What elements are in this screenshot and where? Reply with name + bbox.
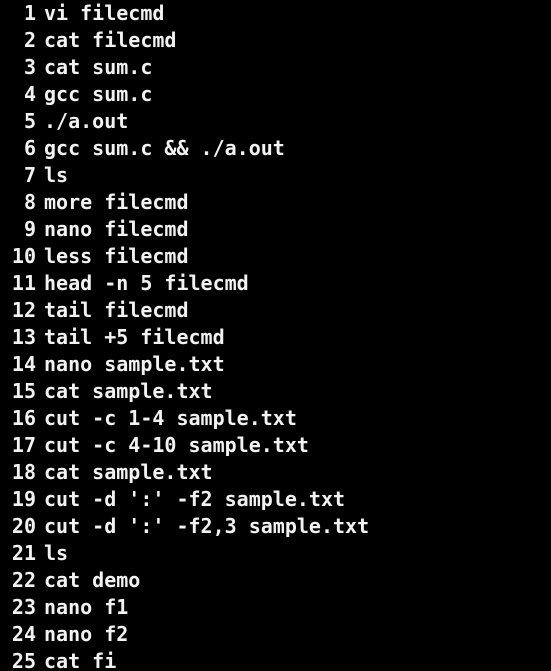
history-line: 12 tail filecmd — [0, 297, 551, 324]
history-line: 25 cat fi — [0, 648, 551, 671]
command-text: vi filecmd — [44, 1, 165, 25]
history-line: 22 cat demo — [0, 567, 551, 594]
command-text: tail +5 filecmd — [44, 325, 225, 349]
line-number: 10 — [11, 244, 36, 268]
line-number: 14 — [11, 352, 36, 376]
history-line: 14 nano sample.txt — [0, 351, 551, 378]
command-text: cat filecmd — [44, 28, 177, 52]
line-number: 13 — [11, 325, 36, 349]
history-line: 4 gcc sum.c — [0, 81, 551, 108]
line-number: 19 — [11, 487, 36, 511]
history-line: 9 nano filecmd — [0, 216, 551, 243]
history-line: 16 cut -c 1-4 sample.txt — [0, 405, 551, 432]
line-number: 6 — [23, 136, 36, 160]
command-text: tail filecmd — [44, 298, 189, 322]
line-number: 25 — [11, 649, 36, 671]
history-line: 15 cat sample.txt — [0, 378, 551, 405]
command-text: nano sample.txt — [44, 352, 225, 376]
line-number: 11 — [11, 271, 36, 295]
command-text: head -n 5 filecmd — [44, 271, 249, 295]
line-number: 5 — [23, 109, 36, 133]
history-line: 24 nano f2 — [0, 621, 551, 648]
history-line: 18 cat sample.txt — [0, 459, 551, 486]
history-line: 19 cut -d ':' -f2 sample.txt — [0, 486, 551, 513]
command-text: gcc sum.c && ./a.out — [44, 136, 285, 160]
line-number: 15 — [11, 379, 36, 403]
command-text: cat sample.txt — [44, 379, 213, 403]
history-line: 5 ./a.out — [0, 108, 551, 135]
history-line: 7 ls — [0, 162, 551, 189]
history-line: 13 tail +5 filecmd — [0, 324, 551, 351]
history-line: 17 cut -c 4-10 sample.txt — [0, 432, 551, 459]
line-number: 20 — [11, 514, 36, 538]
history-line: 1 vi filecmd — [0, 0, 551, 27]
command-text: more filecmd — [44, 190, 189, 214]
command-text: cut -c 4-10 sample.txt — [44, 433, 309, 457]
command-text: ./a.out — [44, 109, 129, 133]
history-line: 2 cat filecmd — [0, 27, 551, 54]
command-text: less filecmd — [44, 244, 189, 268]
command-text: cat fi — [44, 649, 117, 671]
command-text: cat sample.txt — [44, 460, 213, 484]
line-number: 12 — [11, 298, 36, 322]
history-line: 8 more filecmd — [0, 189, 551, 216]
command-text: nano filecmd — [44, 217, 189, 241]
line-number: 22 — [11, 568, 36, 592]
command-text: gcc sum.c — [44, 82, 153, 106]
history-line: 6 gcc sum.c && ./a.out — [0, 135, 551, 162]
line-number: 7 — [23, 163, 36, 187]
line-number: 21 — [11, 541, 36, 565]
line-number: 1 — [23, 1, 36, 25]
command-text: cat sum.c — [44, 55, 153, 79]
command-text: ls — [44, 163, 69, 187]
command-text: nano f2 — [44, 622, 129, 646]
line-number: 23 — [11, 595, 36, 619]
line-number: 3 — [23, 55, 36, 79]
history-line: 21 ls — [0, 540, 551, 567]
command-text: cut -c 1-4 sample.txt — [44, 406, 297, 430]
line-number: 4 — [23, 82, 36, 106]
command-text: cut -d ':' -f2,3 sample.txt — [44, 514, 370, 538]
command-text: nano f1 — [44, 595, 129, 619]
command-history-list: 1 vi filecmd 2 cat filecmd 3 cat sum.c 4 gcc… — [0, 0, 551, 671]
history-line: 11 head -n 5 filecmd — [0, 270, 551, 297]
line-number: 16 — [11, 406, 36, 430]
line-number: 2 — [23, 28, 36, 52]
line-number: 8 — [23, 190, 36, 214]
history-line: 20 cut -d ':' -f2,3 sample.txt — [0, 513, 551, 540]
history-line: 10 less filecmd — [0, 243, 551, 270]
line-number: 9 — [23, 217, 36, 241]
history-line: 23 nano f1 — [0, 594, 551, 621]
line-number: 18 — [11, 460, 36, 484]
line-number: 17 — [11, 433, 36, 457]
command-text: cut -d ':' -f2 sample.txt — [44, 487, 346, 511]
line-number: 24 — [11, 622, 36, 646]
command-text: ls — [44, 541, 69, 565]
command-text: cat demo — [44, 568, 141, 592]
terminal-window[interactable]: 1 vi filecmd 2 cat filecmd 3 cat sum.c 4 gcc… — [0, 0, 551, 671]
history-line: 3 cat sum.c — [0, 54, 551, 81]
